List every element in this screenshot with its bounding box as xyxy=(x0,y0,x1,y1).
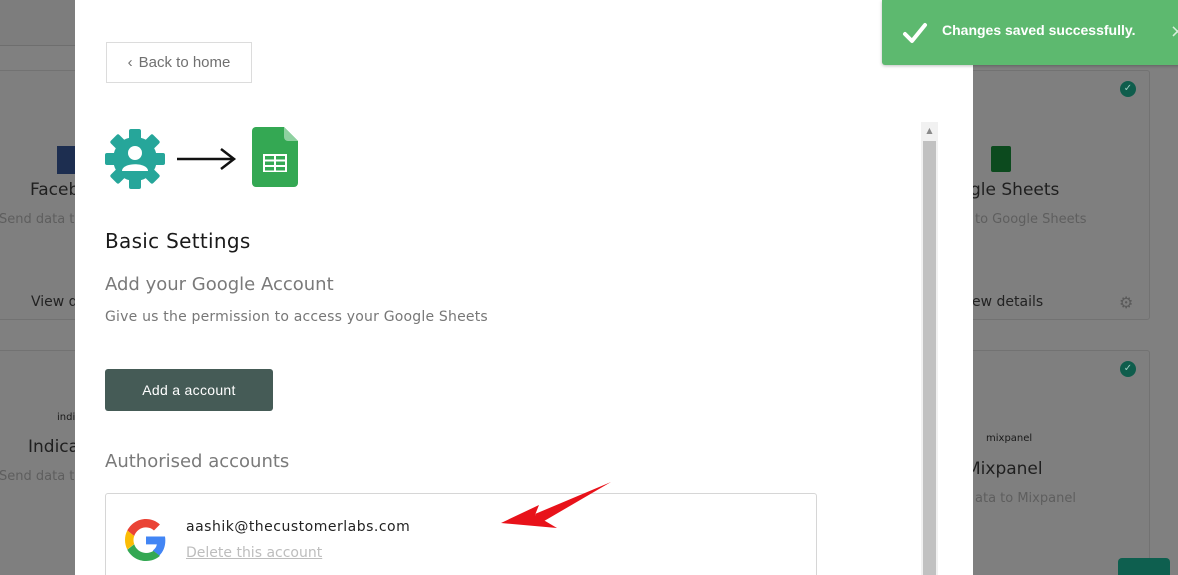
background-card-link: ew details xyxy=(972,294,1044,310)
permission-description: Give us the permission to access your Go… xyxy=(105,309,488,325)
google-sheets-icon xyxy=(991,146,1011,172)
user-gear-icon xyxy=(105,129,165,189)
background-card-subtitle: to Google Sheets xyxy=(975,212,1087,227)
google-logo-icon xyxy=(125,519,167,561)
background-card-title: Indica xyxy=(28,437,80,457)
background-card-subtitle: Send data to xyxy=(0,212,83,227)
back-to-home-button[interactable]: ‹ Back to home xyxy=(106,42,252,83)
background-card-title: gle Sheets xyxy=(970,180,1060,200)
help-chat-button xyxy=(1118,558,1170,575)
background-card-subtitle: ata to Mixpanel xyxy=(975,491,1076,506)
close-icon[interactable]: × xyxy=(1170,22,1178,42)
authorised-account-card: aashik@thecustomerlabs.com Delete this a… xyxy=(105,493,817,575)
add-google-account-heading: Add your Google Account xyxy=(105,274,334,295)
google-sheets-icon xyxy=(252,127,298,187)
success-toast: Changes saved successfully. × xyxy=(882,0,1178,65)
basic-settings-heading: Basic Settings xyxy=(105,229,251,253)
scrollbar-thumb[interactable] xyxy=(923,141,936,575)
scroll-up-arrow-icon[interactable]: ▲ xyxy=(921,122,938,139)
background-card-title: Mixpanel xyxy=(966,459,1043,479)
gear-icon: ⚙ xyxy=(1119,293,1134,312)
background-card-title: Faceb xyxy=(30,180,80,200)
delete-account-link[interactable]: Delete this account xyxy=(186,545,322,561)
toast-message: Changes saved successfully. xyxy=(942,22,1136,38)
background-card-subtitle: Send data to xyxy=(0,469,83,484)
authorised-accounts-heading: Authorised accounts xyxy=(105,451,290,472)
check-icon: ✓ xyxy=(1120,81,1136,97)
chevron-left-icon: ‹ xyxy=(127,54,133,71)
back-to-home-label: Back to home xyxy=(138,54,231,71)
mixpanel-logo: mixpanel xyxy=(986,433,1033,444)
add-account-button[interactable]: Add a account xyxy=(105,369,273,411)
background-card-link: View d xyxy=(31,294,78,310)
account-email: aashik@thecustomerlabs.com xyxy=(186,519,411,535)
right-arrow-icon xyxy=(175,145,237,173)
check-icon: ✓ xyxy=(1120,361,1136,377)
red-arrow-annotation xyxy=(495,478,615,534)
modal-scrollbar[interactable]: ▲ xyxy=(921,122,938,575)
background-card-indicative xyxy=(0,350,80,575)
settings-modal: ‹ Back to home Basic Settings Add your G… xyxy=(75,0,973,575)
check-icon xyxy=(902,20,928,46)
